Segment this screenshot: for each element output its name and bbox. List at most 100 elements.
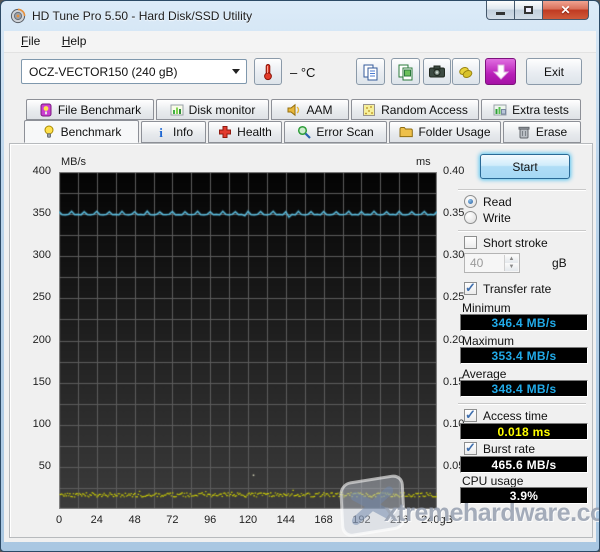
exit-button-label: Exit (543, 64, 564, 79)
burst-rate-row[interactable]: Burst rate (464, 440, 535, 456)
title-bar[interactable]: HD Tune Pro 5.50 - Hard Disk/SSD Utility… (1, 1, 599, 31)
right-axis-unit: ms (416, 156, 431, 168)
x-axis-tick: 72 (166, 514, 179, 526)
y-axis-tick-left: 250 (32, 291, 51, 304)
tab-file-benchmark[interactable]: File Benchmark (26, 99, 154, 120)
maximize-button[interactable] (515, 1, 543, 20)
tab-health[interactable]: Health (208, 121, 282, 143)
close-icon: ✕ (560, 3, 571, 17)
copy-image-button[interactable] (391, 58, 420, 85)
close-button[interactable]: ✕ (543, 1, 589, 20)
left-axis-unit: MB/s (61, 156, 87, 168)
copy-text-icon (363, 64, 377, 80)
transfer-rate-checkbox[interactable] (464, 280, 477, 296)
tab-folder-usage[interactable]: Folder Usage (389, 121, 501, 143)
burst-rate-checkbox[interactable] (464, 440, 477, 456)
tab-info[interactable]: i Info (141, 121, 206, 143)
start-button[interactable]: Start (480, 154, 570, 179)
trash-icon (518, 126, 530, 139)
tab-random-access[interactable]: Random Access (351, 99, 479, 120)
x-axis-tick: 48 (128, 514, 141, 526)
burst-rate-value: 465.6 MB/s (460, 456, 588, 473)
tab-label: Health (237, 125, 272, 139)
y-axis-tick-left: 350 (32, 207, 51, 220)
minimum-value: 346.4 MB/s (460, 314, 588, 331)
maximum-value: 353.4 MB/s (460, 347, 588, 364)
tab-strip: File Benchmark Disk monitor AAM Random A… (4, 98, 596, 143)
tab-disk-monitor[interactable]: Disk monitor (156, 99, 269, 120)
minimize-button[interactable] (486, 1, 515, 20)
short-stroke-checkbox[interactable] (464, 236, 477, 249)
read-radio[interactable] (464, 195, 477, 208)
window-title: HD Tune Pro 5.50 - Hard Disk/SSD Utility (32, 9, 253, 23)
donate-button[interactable] (452, 58, 480, 85)
maximum-label: Maximum (462, 334, 515, 348)
chevron-down-icon (232, 69, 240, 74)
transfer-rate-label: Transfer rate (483, 281, 552, 296)
disk-monitor-icon (170, 104, 184, 115)
temperature-readout: – °C (290, 65, 316, 80)
x-axis-tick: 144 (276, 514, 295, 526)
tab-label: Folder Usage (418, 125, 491, 139)
y-axis-tick-left: 400 (32, 165, 51, 177)
benchmark-panel: MB/s ms 400 350 300 250 200 150 100 50 0.40 0.35 0… (9, 143, 593, 538)
y-axis-tick-left: 150 (32, 375, 51, 388)
short-stroke-row[interactable]: Short stroke (464, 235, 548, 250)
save-button[interactable] (485, 58, 516, 85)
drive-select-combobox[interactable]: OCZ-VECTOR150 (240 gB) (21, 59, 247, 84)
copy-text-button[interactable] (356, 58, 385, 85)
screenshot-button[interactable] (423, 58, 451, 85)
temperature-button[interactable] (254, 58, 282, 85)
svg-text:i: i (159, 125, 163, 139)
benchmark-chart (59, 172, 437, 509)
spinner-down-icon[interactable]: ▼ (505, 263, 518, 271)
speaker-icon (287, 103, 300, 116)
access-time-checkbox[interactable] (464, 407, 477, 423)
write-radio-row[interactable]: Write (464, 210, 511, 225)
short-stroke-size-value: 40 (470, 256, 484, 270)
tab-label: Erase (535, 125, 568, 139)
tab-label: Benchmark (60, 124, 122, 139)
error-scan-magnifier-icon (298, 125, 312, 139)
tab-extra-tests[interactable]: Extra tests (481, 99, 581, 120)
read-radio-row[interactable]: Read (464, 194, 512, 209)
benchmark-lightbulb-icon (44, 125, 54, 138)
info-icon: i (159, 125, 163, 139)
tab-error-scan[interactable]: Error Scan (284, 121, 387, 143)
y-axis-tick-left: 100 (32, 417, 51, 430)
x-axis-tick: 24 (90, 514, 103, 526)
start-button-label: Start (512, 159, 538, 174)
tab-benchmark[interactable]: Benchmark (24, 120, 139, 143)
cpu-usage-label: CPU usage (462, 474, 524, 488)
minimum-label: Minimum (462, 301, 511, 315)
menu-bar: File Help (4, 31, 596, 53)
write-radio[interactable] (464, 211, 477, 224)
maximize-icon (524, 6, 533, 14)
save-down-arrow-icon (492, 64, 509, 80)
exit-button[interactable]: Exit (526, 58, 582, 85)
spinner-up-icon[interactable]: ▲ (505, 255, 518, 263)
app-window: HD Tune Pro 5.50 - Hard Disk/SSD Utility… (0, 0, 600, 552)
x-axis-tick: 0 (55, 514, 63, 526)
benchmark-chart-canvas (59, 172, 437, 509)
menu-file[interactable]: File (12, 31, 49, 51)
tab-label: AAM (306, 102, 333, 117)
tab-label: Disk monitor (188, 102, 256, 117)
tab-aam[interactable]: AAM (271, 99, 349, 120)
x-axis-tick: 216 (390, 514, 409, 526)
tab-erase[interactable]: Erase (503, 121, 581, 143)
x-axis-tick: 168 (314, 514, 333, 526)
transfer-rate-row[interactable]: Transfer rate (464, 280, 552, 296)
tab-label: Info (172, 125, 193, 139)
access-time-row[interactable]: Access time (464, 407, 548, 423)
menu-help[interactable]: Help (53, 31, 96, 51)
control-panel: Start Read Write Short stroke 40 ▲ ▼ gB … (452, 144, 592, 539)
donate-hands-icon (459, 66, 473, 78)
short-stroke-size-spinner[interactable]: 40 ▲ ▼ (464, 253, 520, 273)
y-axis-tick-left: 200 (32, 333, 51, 346)
short-stroke-unit-label: gB (552, 256, 567, 270)
average-label: Average (462, 367, 507, 381)
x-axis-tick: 192 (352, 514, 371, 526)
client-area: File Help OCZ-VECTOR150 (240 gB) – °C Ex… (4, 31, 596, 542)
extra-tests-icon (493, 104, 507, 115)
